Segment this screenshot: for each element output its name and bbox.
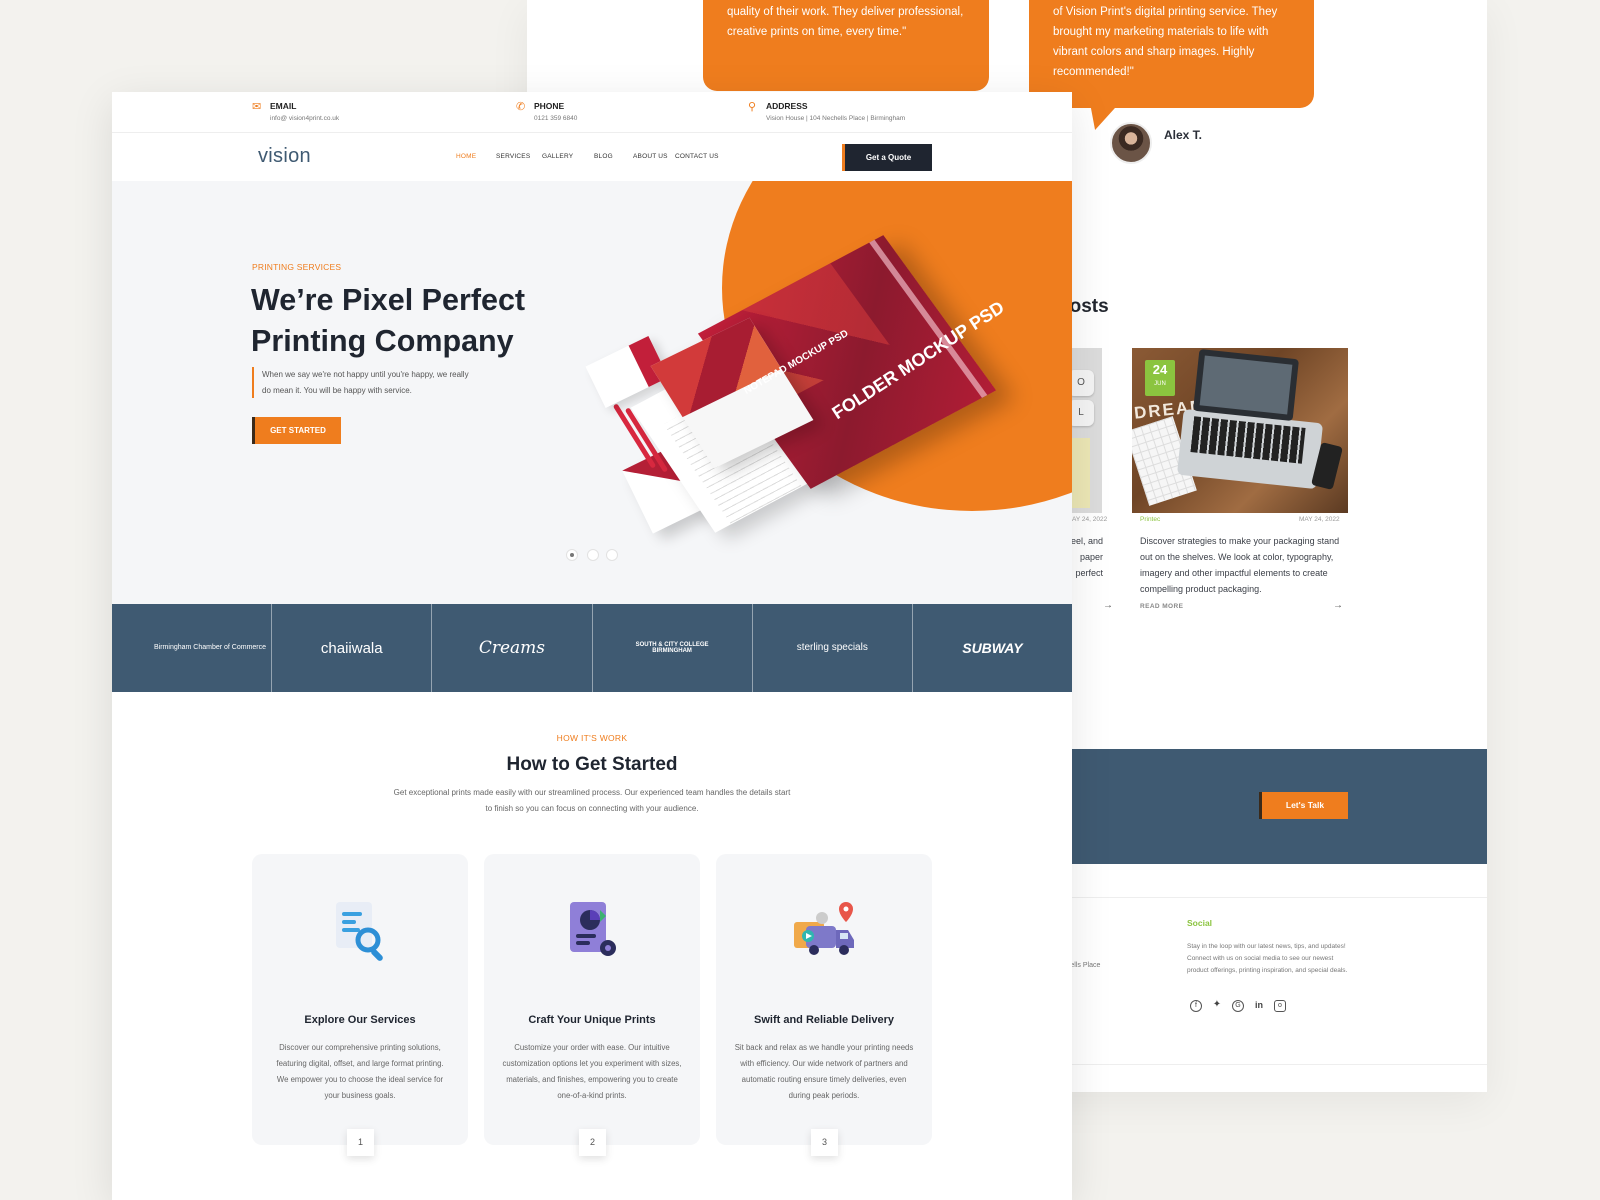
twitter-icon[interactable]: ✦ [1211, 1000, 1223, 1012]
client-logo-birmingham-chamber: Birmingham Chamber of Commerce [112, 604, 273, 692]
topbar-value: info@ vision4print.co.uk [270, 115, 340, 122]
get-quote-button[interactable]: Get a Quote [842, 144, 932, 171]
nav-item-contact[interactable]: CONTACT US [675, 153, 719, 160]
step-card: Craft Your Unique Prints Customize your … [484, 854, 700, 1156]
topbar-value: Vision House | 104 Nechells Place | Birm… [766, 115, 906, 122]
client-logo-text: sterling specials [796, 642, 868, 653]
hero-eyebrow: PRINTING SERVICES [252, 262, 342, 272]
speech-tail [1087, 108, 1115, 130]
client-logo-creams: Creams [432, 604, 593, 692]
step-text: Sit back and relax as we handle your pri… [734, 1043, 914, 1100]
step-card: Swift and Reliable Delivery Sit back and… [716, 854, 932, 1156]
section-title: How to Get Started [506, 754, 678, 775]
testimonial-text: quality of their work. They deliver prof… [727, 6, 964, 38]
nav-item-home[interactable]: HOME [456, 153, 476, 160]
footer-social-heading: Social [1187, 918, 1213, 928]
testimonial-bubble: quality of their work. They deliver prof… [703, 0, 989, 91]
client-logo-south-city-college: SOUTH & CITY COLLEGE BIRMINGHAM [593, 604, 753, 692]
laptop-screen-graphic [1193, 348, 1299, 422]
delivery-truck-icon [788, 896, 860, 968]
step-title: Craft Your Unique Prints [528, 1014, 656, 1026]
testimonial-author: Alex T. [1164, 128, 1203, 142]
lets-talk-button[interactable]: Let's Talk [1259, 792, 1348, 819]
date-badge: 24 JUN [1145, 360, 1175, 396]
step-number: 1 [347, 1129, 374, 1156]
slider-dot[interactable] [566, 549, 578, 561]
step-card: Explore Our Services Discover our compre… [252, 854, 468, 1156]
step-number: 3 [811, 1129, 838, 1156]
client-logo-chaiiwala: chaiiwala [272, 604, 433, 692]
client-logo-subway: SUBWAY [913, 604, 1072, 692]
date-badge-month: JUN [1154, 381, 1166, 387]
nav-item-about[interactable]: ABOUT US [633, 153, 668, 160]
hero-subtext: When we say we're not happy until you're… [252, 367, 477, 398]
nav-item-gallery[interactable]: GALLERY [542, 153, 573, 160]
post-category: Printec [1140, 516, 1161, 523]
phone-icon: ✆ [516, 101, 526, 113]
client-logo-text: chaiiwala [320, 639, 383, 657]
divider [1052, 1064, 1487, 1065]
instagram-icon[interactable]: o [1274, 1000, 1286, 1012]
contact-topbar: ✉ EMAIL info@ vision4print.co.uk ✆ PHONE… [112, 92, 1072, 133]
post-excerpt: Discover strategies to make your packagi… [1140, 536, 1340, 594]
front-page-preview: ✉ EMAIL info@ vision4print.co.uk ✆ PHONE… [112, 92, 1072, 1200]
topbar-label: ADDRESS [766, 101, 808, 111]
section-description: Get exceptional prints made easily with … [393, 788, 791, 813]
step-text: Discover our comprehensive printing solu… [276, 1043, 444, 1100]
nav-item-blog[interactable]: BLOG [594, 153, 613, 160]
topbar-label: EMAIL [270, 101, 297, 111]
step-text: Customize your order with ease. Our intu… [502, 1043, 682, 1100]
topbar-value: 0121 359 6840 [534, 115, 578, 122]
get-started-button[interactable]: GET STARTED [252, 417, 341, 444]
avatar [1110, 122, 1152, 164]
envelope-icon: ✉ [252, 101, 262, 113]
facebook-icon[interactable]: f [1190, 1000, 1202, 1012]
step-number: 2 [579, 1129, 606, 1156]
client-logo-text: Birmingham Chamber of Commerce [154, 644, 267, 651]
nav-item-services[interactable]: SERVICES [496, 153, 530, 160]
blog-post-image[interactable]: DREAM 24 JUN [1132, 348, 1348, 513]
step-title: Explore Our Services [304, 1014, 416, 1026]
linkedin-icon[interactable]: in [1253, 1000, 1265, 1012]
date-badge-day: 24 [1152, 362, 1168, 377]
slider-dot[interactable] [587, 549, 599, 561]
client-logo-text: SOUTH & CITY COLLEGE BIRMINGHAM [635, 642, 709, 654]
section-eyebrow: HOW IT'S WORK [556, 733, 628, 743]
main-nav: vision HOME SERVICES GALLERY BLOG ABOUT … [112, 134, 1072, 181]
post-date: AY 24, 2022 [1072, 516, 1108, 523]
google-plus-icon[interactable]: G [1232, 1000, 1244, 1012]
design-document-gear-icon [556, 896, 628, 968]
document-search-icon [324, 896, 396, 968]
location-pin-icon: ⚲ [748, 101, 757, 113]
client-logo-sterling-specials: sterling specials [753, 604, 913, 692]
read-more-link[interactable]: READ MORE [1140, 603, 1183, 610]
arrow-right-icon[interactable]: → [1103, 600, 1113, 611]
hero-section: PRINTING SERVICES We’re Pixel Perfect Pr… [112, 181, 1072, 604]
step-title: Swift and Reliable Delivery [754, 1014, 894, 1026]
client-logos-strip: Birmingham Chamber of Commerce chaiiwala… [112, 604, 1072, 692]
arrow-right-icon[interactable]: → [1333, 600, 1343, 611]
divider [1052, 897, 1487, 898]
client-logo-text: Creams [478, 638, 546, 658]
slider-dot[interactable] [606, 549, 618, 561]
testimonial-text: of Vision Print's digital printing servi… [1053, 6, 1278, 78]
hero-headline: We’re Pixel Perfect Printing Company [251, 283, 526, 358]
topbar-label: PHONE [534, 101, 565, 111]
post-date: MAY 24, 2022 [1299, 516, 1340, 523]
footer-social-text: Stay in the loop with our latest news, t… [1187, 943, 1348, 974]
logo[interactable]: vision [258, 145, 311, 168]
client-logo-text: SUBWAY [962, 640, 1023, 656]
